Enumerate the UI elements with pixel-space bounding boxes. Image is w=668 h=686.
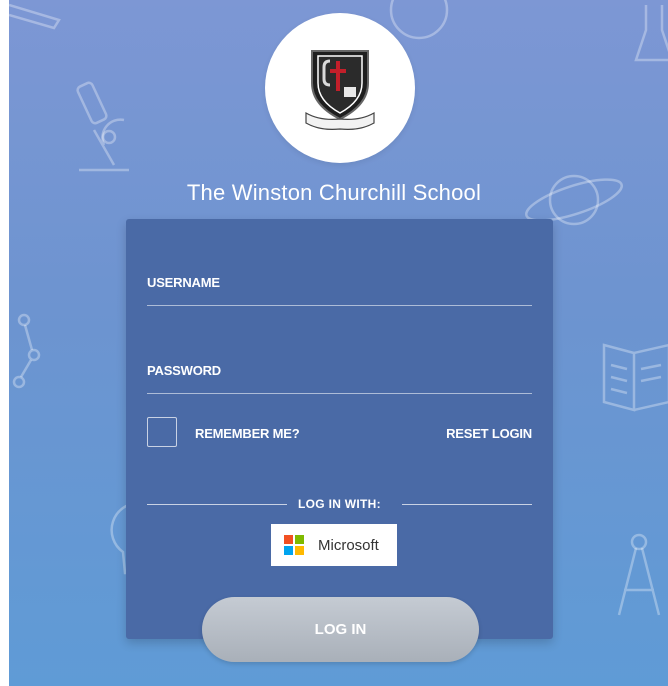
username-field[interactable]: USERNAME xyxy=(147,275,532,306)
microscope-doodle-icon xyxy=(76,81,129,172)
username-label: USERNAME xyxy=(147,275,220,290)
compass-doodle-icon xyxy=(617,533,661,616)
microsoft-logo-icon xyxy=(284,535,304,555)
school-logo xyxy=(265,13,415,163)
book-doodle-icon xyxy=(602,343,668,412)
ruler-doodle-icon xyxy=(9,3,61,30)
school-name: The Winston Churchill School xyxy=(186,180,482,205)
password-field[interactable]: PASSWORD xyxy=(147,363,532,394)
remember-me-label: REMEMBER ME? xyxy=(195,426,300,441)
microsoft-label: Microsoft xyxy=(318,536,379,554)
login-button[interactable]: LOG IN xyxy=(202,597,479,662)
flask-doodle-icon xyxy=(634,5,668,62)
remember-me-checkbox[interactable] xyxy=(147,417,177,447)
password-label: PASSWORD xyxy=(147,363,221,378)
microsoft-login-button[interactable]: Microsoft xyxy=(271,524,397,566)
login-card: USERNAME PASSWORD REMEMBER ME? RESET LOG… xyxy=(126,219,553,639)
divider-right xyxy=(402,504,532,505)
molecule-doodle-icon xyxy=(12,313,41,389)
school-crest-icon xyxy=(305,50,375,130)
reset-login-link[interactable]: RESET LOGIN xyxy=(446,426,532,441)
